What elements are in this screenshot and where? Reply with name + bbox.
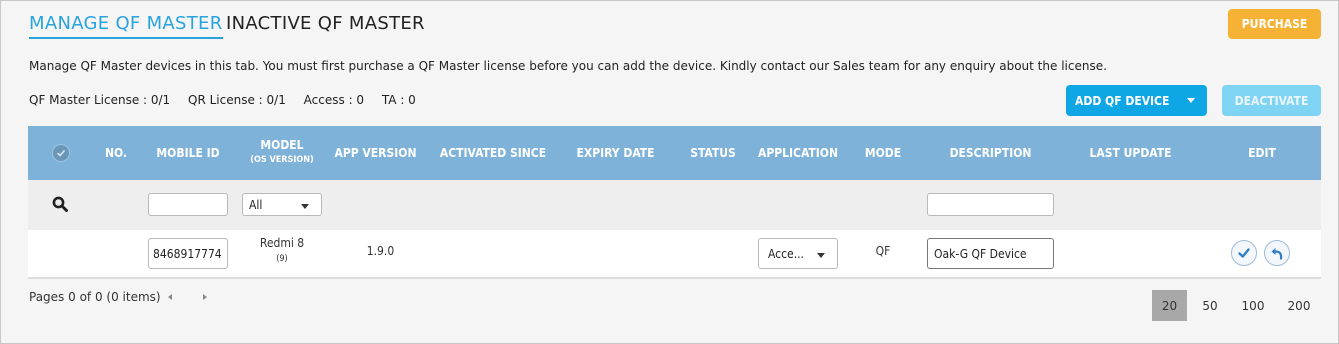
page-size-50[interactable]: 50 (1193, 290, 1227, 321)
column-header-model: MODEL (OS VERSION) (238, 126, 326, 180)
undo-button[interactable] (1264, 240, 1290, 266)
page-size-20[interactable]: 20 (1152, 290, 1187, 321)
next-page-icon[interactable] (203, 294, 207, 300)
qr-license-count: QR License : 0/1 (188, 93, 286, 107)
qf-master-license-count: QF Master License : 0/1 (29, 93, 171, 107)
mode-value: QF (875, 244, 891, 258)
save-button[interactable] (1231, 240, 1257, 266)
chevron-down-icon (1187, 98, 1195, 103)
page-description: Manage QF Master devices in this tab. Yo… (29, 59, 1107, 73)
model-name: Redmi 8 (259, 236, 305, 250)
column-header-mobile-id: MOBILE ID (156, 145, 220, 160)
chevron-down-icon (817, 253, 825, 258)
column-header-app-version: APP VERSION (334, 145, 417, 160)
os-version: (9) (276, 254, 288, 264)
table-header: NO. MOBILE ID MODEL (OS VERSION) APP VERS… (28, 126, 1321, 180)
mobile-id-input[interactable]: 8468917774 (148, 238, 228, 269)
tab-inactive-qf-master[interactable]: INACTIVE QF MASTER (226, 13, 425, 34)
column-header-status: STATUS (690, 145, 736, 160)
purchase-button[interactable]: PURCHASE (1228, 9, 1321, 39)
search-icon[interactable] (52, 196, 68, 212)
tab-manage-qf-master[interactable]: MANAGE QF MASTER (29, 13, 223, 39)
filter-row: All (28, 180, 1321, 230)
app-version: 1.9.0 (366, 244, 395, 258)
application-value: Acce... (768, 246, 804, 261)
column-header-edit: EDIT (1248, 145, 1276, 160)
check-icon (1238, 248, 1250, 258)
column-header-description: DESCRIPTION (949, 145, 1032, 160)
model-filter-select[interactable]: All (242, 193, 322, 216)
model-filter-value: All (249, 197, 263, 212)
page-size-100[interactable]: 100 (1235, 290, 1271, 321)
column-header-last-update: LAST UPDATE (1089, 145, 1172, 160)
qf-master-panel: MANAGE QF MASTER INACTIVE QF MASTER PURC… (0, 0, 1339, 344)
pager-summary: Pages 0 of 0 (0 items) (29, 290, 161, 304)
previous-page-icon[interactable] (168, 294, 172, 300)
access-count: Access : 0 (303, 93, 365, 107)
deactivate-button[interactable]: DEACTIVATE (1222, 85, 1321, 116)
ta-count: TA : 0 (381, 93, 416, 107)
application-select[interactable]: Acce... (758, 238, 838, 269)
column-header-application: APPLICATION (757, 145, 838, 160)
description-filter-input[interactable] (927, 193, 1054, 216)
check-icon (56, 149, 66, 157)
column-header-mode: MODE (864, 145, 902, 160)
page-size-200[interactable]: 200 (1281, 290, 1317, 321)
column-header-activated-since: ACTIVATED SINCE (439, 145, 547, 160)
mobile-id-filter-input[interactable] (148, 193, 228, 216)
column-header-expiry-date: EXPIRY DATE (576, 145, 655, 160)
undo-icon (1271, 248, 1283, 260)
add-qf-device-button[interactable]: ADD QF DEVICE (1066, 85, 1207, 116)
chevron-down-icon (301, 204, 309, 209)
column-header-os-version: (OS VERSION) (250, 155, 314, 165)
description-input[interactable]: Oak-G QF Device (927, 238, 1054, 269)
add-qf-device-label: ADD QF DEVICE (1075, 93, 1170, 108)
column-header-no: NO. (104, 145, 128, 160)
table-row: 8468917774 Redmi 8 (9) 1.9.0 Acce... QF … (28, 230, 1321, 279)
license-summary: QF Master License : 0/1 QR License : 0/1… (29, 93, 430, 107)
select-all-checkbox[interactable] (52, 144, 70, 162)
